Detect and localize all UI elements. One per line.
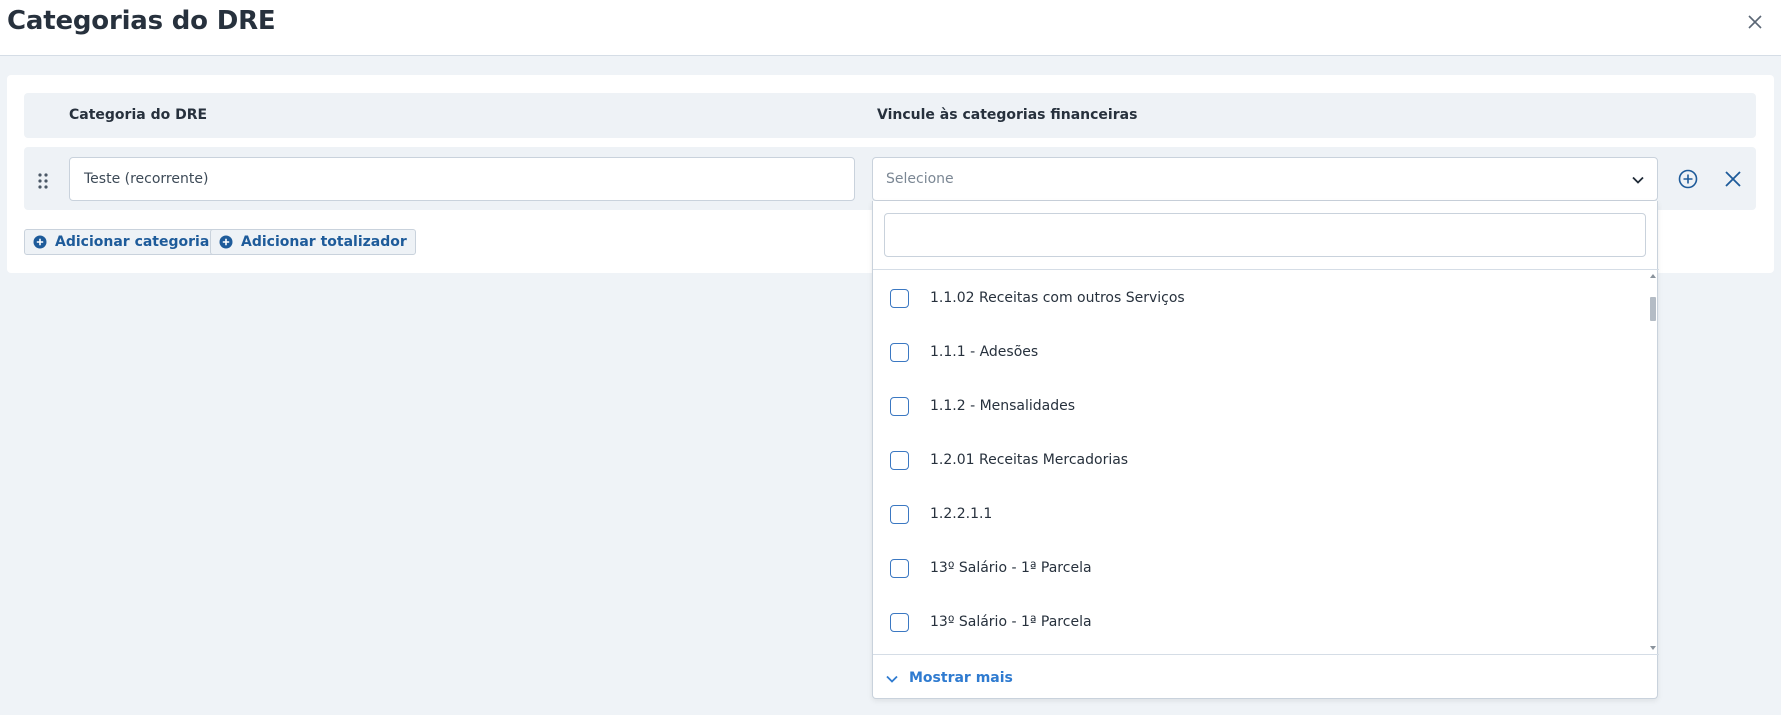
show-more-link[interactable]: Mostrar mais [885, 666, 1013, 690]
category-name-input[interactable]: Teste (recorrente) [69, 157, 855, 201]
show-more-label: Mostrar mais [909, 670, 1013, 686]
add-row-button[interactable] [1677, 168, 1699, 190]
financial-category-select[interactable]: Selecione [872, 157, 1658, 201]
scroll-up-icon[interactable] [1650, 273, 1656, 279]
option-label: 1.2.01 Receitas Mercadorias [930, 452, 1129, 468]
select-placeholder: Selecione [886, 171, 954, 187]
option-checkbox[interactable] [890, 505, 909, 524]
plus-circle-icon [33, 235, 47, 249]
chevron-down-icon [1632, 176, 1644, 184]
scroll-down-icon[interactable] [1650, 645, 1656, 651]
list-item[interactable]: 13º Salário - 1ª Parcela [873, 594, 1643, 648]
remove-row-button[interactable] [1722, 168, 1744, 190]
option-checkbox[interactable] [890, 397, 909, 416]
close-icon[interactable] [1743, 10, 1767, 34]
scrollbar-thumb[interactable] [1650, 297, 1656, 321]
option-checkbox[interactable] [890, 343, 909, 362]
dropdown-search-input[interactable] [884, 213, 1646, 257]
option-checkbox[interactable] [890, 613, 909, 632]
option-label: 1.1.02 Receitas com outros Serviços [930, 290, 1185, 306]
list-item[interactable]: 1.2.01 Receitas Mercadorias [873, 432, 1643, 486]
category-dropdown: 1.1.02 Receitas com outros Serviços 1.1.… [872, 201, 1659, 699]
page-title: Categorias do DRE [7, 6, 276, 36]
table-header: Categoria do DRE Vincule às categorias f… [24, 93, 1756, 138]
option-checkbox[interactable] [890, 451, 909, 470]
chevron-down-icon [886, 675, 898, 683]
option-label: 1.1.1 - Adesões [930, 344, 1039, 360]
add-category-label: Adicionar categoria [55, 234, 210, 250]
column-header-link: Vincule às categorias financeiras [877, 107, 1138, 123]
add-totalizer-button[interactable]: Adicionar totalizador [210, 229, 416, 255]
add-totalizer-label: Adicionar totalizador [241, 234, 407, 250]
option-label: 13º Salário - 1ª Parcela [930, 560, 1092, 576]
column-header-category: Categoria do DRE [69, 107, 208, 123]
add-category-button[interactable]: Adicionar categoria [24, 229, 219, 255]
scrollbar[interactable] [1647, 270, 1659, 654]
list-item[interactable]: 13º Salário - 1ª Parcela [873, 540, 1643, 594]
option-label: 1.2.2.1.1 [930, 506, 993, 522]
list-item[interactable]: 1.1.02 Receitas com outros Serviços [873, 270, 1643, 324]
option-checkbox[interactable] [890, 289, 909, 308]
divider [873, 654, 1659, 655]
options-list[interactable]: 1.1.02 Receitas com outros Serviços 1.1.… [873, 270, 1659, 654]
plus-circle-icon [219, 235, 233, 249]
drag-handle-icon[interactable] [37, 172, 49, 190]
option-checkbox[interactable] [890, 559, 909, 578]
modal-header: Categorias do DRE [0, 0, 1781, 56]
list-item[interactable]: 1.1.1 - Adesões [873, 324, 1643, 378]
option-label: 1.1.2 - Mensalidades [930, 398, 1076, 414]
option-label: 13º Salário - 1ª Parcela [930, 614, 1092, 630]
list-item[interactable]: 1.2.2.1.1 [873, 486, 1643, 540]
list-item[interactable]: 1.1.2 - Mensalidades [873, 378, 1643, 432]
